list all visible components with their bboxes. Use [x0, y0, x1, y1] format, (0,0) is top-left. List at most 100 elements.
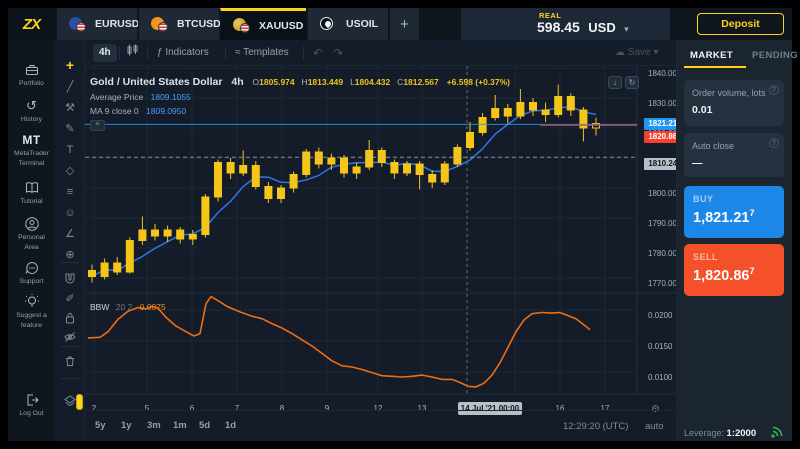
templates-button[interactable]: ≈ Templates [235, 44, 289, 62]
remove-drawings-tool[interactable] [55, 352, 85, 370]
drawing-handle-marker[interactable] [76, 394, 83, 410]
brand-logo-text: ZX [23, 16, 40, 33]
collapse-indicators-button[interactable]: ^ [90, 120, 105, 131]
range-button-5y[interactable]: 5y [95, 420, 106, 431]
range-button-1y[interactable]: 1y [121, 420, 132, 431]
undo-button[interactable]: ↶ [313, 44, 323, 62]
sidebar-item-support[interactable]: Support [8, 260, 55, 286]
buy-button[interactable]: BUY 1,821.217 [684, 186, 784, 238]
account-summary[interactable]: REAL 598.45 USD ▾ [461, 8, 670, 40]
symbol-name: Gold / United States Dollar [90, 76, 222, 88]
sidebar-item-history[interactable]: ↺ History [8, 98, 55, 124]
order-volume-card[interactable]: Order volume, lots 0.01 ? [684, 80, 784, 126]
balance-currency: USD [588, 20, 615, 35]
sidebar-item-label: Portfolio [8, 80, 55, 88]
instrument-tab-eurusd[interactable]: EURUSD [56, 8, 137, 40]
sidebar-item-label: Tutorial [8, 198, 55, 206]
sidebar-item-metatrader-terminal[interactable]: MTMetaTraderTerminal [8, 132, 55, 168]
order-volume-value[interactable]: 0.01 [692, 104, 712, 116]
utc-clock[interactable]: 12:29:20 (UTC) [563, 421, 628, 432]
lock-drawings-tool[interactable] [55, 309, 85, 327]
hide-drawings-tool[interactable] [55, 328, 85, 346]
sidebar-item-label: Terminal [8, 160, 55, 168]
magnet-tool[interactable] [55, 270, 85, 288]
brand-logo[interactable]: ZX [8, 8, 55, 40]
sidebar-item-label: History [8, 116, 55, 124]
tab-pending[interactable]: PENDING [752, 50, 798, 61]
chat-icon [8, 260, 55, 276]
tool-separator [61, 378, 79, 379]
us-flag-icon [76, 22, 86, 32]
brush-tool[interactable]: ✎ [55, 120, 85, 138]
buy-label: BUY [693, 194, 714, 204]
sidebar-item-personal-area[interactable]: PersonalArea [8, 216, 55, 252]
timeframe-button[interactable]: 4h [93, 44, 117, 62]
measure-tool[interactable]: ∠ [55, 225, 85, 243]
bulb-icon [8, 294, 55, 310]
range-button-3m[interactable]: 3m [147, 420, 161, 431]
reset-scale-button[interactable]: ↻ [625, 76, 639, 89]
history-icon: ↺ [8, 98, 55, 114]
save-template-button[interactable]: ☁ Save ▾ [615, 44, 658, 62]
sidebar-item-portfolio[interactable]: Portfolio [8, 62, 55, 88]
chart-style-button[interactable] [127, 44, 138, 62]
crosshair-tool[interactable]: + [55, 56, 85, 74]
sidebar-item-log-out[interactable]: Log Out [8, 392, 55, 418]
emoji-tool[interactable]: ☺ [55, 204, 85, 222]
instrument-tab-btcusd[interactable]: BTCUSD [138, 8, 219, 40]
candlestick-style-icon [127, 44, 138, 56]
range-button-1m[interactable]: 1m [173, 420, 187, 431]
tool-separator [61, 262, 79, 263]
sidebar-item-label: Area [8, 244, 55, 252]
xabcd-pattern-tool[interactable]: ◇ [55, 162, 85, 180]
mt-monogram: MT [8, 132, 55, 148]
market-tab-underline [684, 66, 746, 68]
book-icon [8, 180, 55, 196]
auto-close-help-icon[interactable]: ? [769, 138, 779, 148]
ma-value: 1809.0950 [146, 106, 186, 116]
volume-help-icon[interactable]: ? [769, 85, 779, 95]
xauusd-flags-icon [233, 18, 253, 33]
toolbar-separator [225, 46, 226, 60]
sidebar-item-label: Suggest a [8, 312, 55, 320]
bbw-name: BBW [90, 302, 109, 312]
main-sidebar: Portfolio ↺ History MTMetaTraderTerminal Tut… [8, 40, 55, 441]
range-button-1d[interactable]: 1d [225, 420, 236, 431]
sell-button[interactable]: SELL 1,820.867 [684, 244, 784, 296]
btcusd-flags-icon [151, 17, 171, 32]
chart-bottom-bar: 5y 1y 3m 1m 5d 1d 12:29:20 (UTC) auto [85, 410, 676, 441]
gann-tools-tool[interactable]: ⚒ [55, 99, 85, 117]
leverage-label: Leverage: [684, 428, 724, 438]
toolbar-separator [303, 46, 304, 60]
indicators-button[interactable]: ƒ Indicators [157, 44, 209, 62]
stay-drawing-tool[interactable]: ✐ [55, 290, 85, 308]
range-button-5d[interactable]: 5d [199, 420, 210, 431]
auto-close-value[interactable]: — [692, 157, 703, 169]
person-icon [8, 216, 55, 232]
channels-tool[interactable]: ≡ [55, 183, 85, 201]
auto-close-label: Auto close [692, 141, 734, 151]
trading-terminal-screen: ZX EURUSDBTCUSDXAUUSDUSOIL + REAL 598.45… [0, 0, 800, 449]
redo-button[interactable]: ↷ [333, 44, 343, 62]
instrument-tab-usoil[interactable]: USOIL [307, 8, 388, 40]
sidebar-item-label: Log Out [8, 410, 55, 418]
ma-label: MA 9 close 0 [90, 106, 139, 116]
price-chart-canvas[interactable] [85, 66, 676, 410]
deposit-button[interactable]: Deposit [697, 13, 784, 35]
sidebar-item-label: feature [8, 322, 55, 330]
chart-region: +╱⚒✎T◇≡☺∠⊕✐ 4h ƒ Indicators ≈ Templates … [55, 40, 676, 441]
sidebar-item-tutorial[interactable]: Tutorial [8, 180, 55, 206]
text-tool[interactable]: T [55, 141, 85, 159]
symbol-timeframe: 4h [231, 76, 243, 88]
instrument-base-icon [320, 17, 333, 30]
auto-close-card[interactable]: Auto close — ? [684, 133, 784, 177]
instrument-tab-xauusd[interactable]: XAUUSD [220, 8, 306, 40]
trend-line-tool[interactable]: ╱ [55, 78, 85, 96]
order-volume-label: Order volume, lots [692, 88, 766, 98]
account-caret-icon[interactable]: ▾ [624, 24, 629, 34]
scroll-to-recent-button[interactable]: ↓ [608, 76, 622, 89]
sidebar-item-suggest-a-feature[interactable]: Suggest a feature [8, 294, 55, 330]
add-instrument-tab-button[interactable]: + [389, 8, 419, 40]
tab-market[interactable]: MARKET [690, 50, 733, 61]
scale-mode-toggle[interactable]: auto [645, 421, 664, 432]
